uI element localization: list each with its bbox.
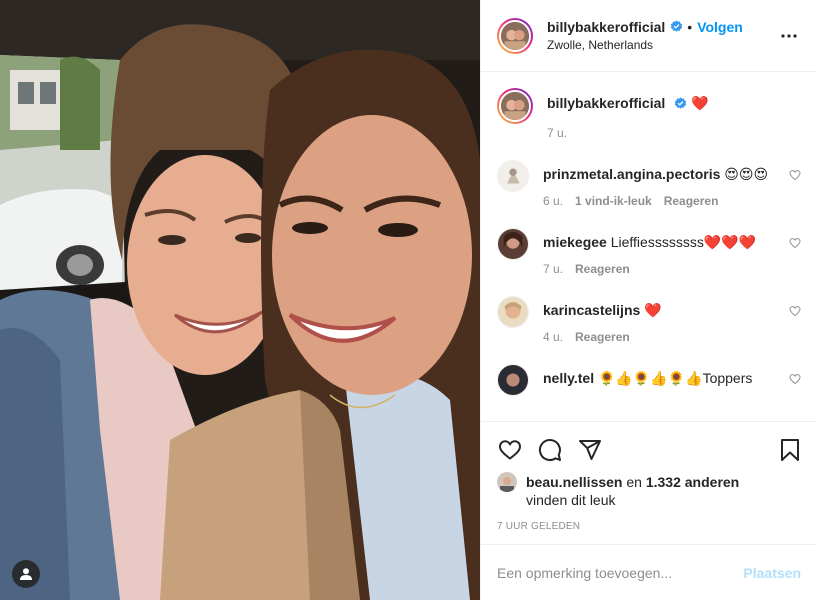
heart-icon <box>498 440 522 460</box>
comment-composer: Plaatsen <box>481 544 817 600</box>
post-header: billybakkerofficial • Volgen Zwolle, Net… <box>481 0 817 72</box>
comments-list[interactable]: billybakkerofficial ❤️ 7 u. prinzmetal.a… <box>481 72 817 421</box>
post-side-panel: billybakkerofficial • Volgen Zwolle, Net… <box>480 0 817 600</box>
post-photo[interactable] <box>0 0 480 600</box>
author-info: billybakkerofficial • Volgen Zwolle, Net… <box>547 19 777 53</box>
comment-username[interactable]: karincastelijns <box>543 302 640 318</box>
caption-age: 7 u. <box>547 126 568 140</box>
user-tag-icon <box>20 568 32 580</box>
comment-input[interactable] <box>497 564 734 581</box>
comment-text: 🌻👍🌻👍🌻👍Toppers <box>597 370 753 386</box>
comment-text: Lieffiessssssss❤️❤️❤️ <box>610 234 757 250</box>
more-options-icon <box>781 33 797 38</box>
comment-item: prinzmetal.angina.pectoris 😍😍😍 6 u. 1 vi… <box>497 160 801 208</box>
share-button[interactable] <box>577 437 603 463</box>
separator-dot: • <box>687 18 693 35</box>
comment-username[interactable]: prinzmetal.angina.pectoris <box>543 166 720 182</box>
verified-icon <box>671 20 683 32</box>
liker-avatar[interactable] <box>497 472 517 492</box>
post-timestamp[interactable]: 7 uur geleden <box>497 521 801 532</box>
commenter-avatar[interactable] <box>497 160 529 192</box>
caption-username[interactable]: billybakkerofficial <box>547 95 665 111</box>
comment-likes[interactable]: 1 vind-ik-leuk <box>575 194 652 208</box>
comment-icon <box>538 439 561 461</box>
commenter-avatar[interactable] <box>497 296 529 328</box>
comment-text: 😍😍😍 <box>724 166 769 182</box>
like-comment-heart-icon[interactable] <box>789 237 801 249</box>
like-button[interactable] <box>497 437 523 463</box>
caption-text: ❤️ <box>691 95 709 111</box>
post-actions: beau.nellissen en 1.332 anderen vinden d… <box>481 421 817 544</box>
liker-username[interactable]: beau.nellissen <box>526 474 622 490</box>
instagram-post: billybakkerofficial • Volgen Zwolle, Net… <box>0 0 817 600</box>
comment-item: karincastelijns ❤️ 4 u. Reageren <box>497 296 801 344</box>
post-comment-button[interactable]: Plaatsen <box>743 565 801 581</box>
likes-summary: beau.nellissen en 1.332 anderen vinden d… <box>497 472 801 509</box>
post-location[interactable]: Zwolle, Netherlands <box>547 37 777 53</box>
commenter-avatar[interactable] <box>497 364 529 396</box>
reply-button[interactable]: Reageren <box>575 262 630 276</box>
comment-age: 7 u. <box>543 262 564 276</box>
like-comment-heart-icon[interactable] <box>789 373 801 385</box>
share-icon <box>579 440 601 460</box>
comment-username[interactable]: nelly.tel <box>543 370 594 386</box>
comment-button[interactable] <box>537 437 563 463</box>
like-comment-heart-icon[interactable] <box>789 305 801 317</box>
more-options-button[interactable] <box>777 24 801 48</box>
author-avatar[interactable] <box>497 17 533 54</box>
caption-avatar[interactable] <box>497 88 533 124</box>
verified-icon <box>674 97 687 109</box>
reply-button[interactable]: Reageren <box>575 330 630 344</box>
comment-username[interactable]: miekegee <box>543 234 607 250</box>
comment-age: 6 u. <box>543 194 564 208</box>
action-icon-row <box>497 428 801 472</box>
follow-button[interactable]: Volgen <box>697 19 743 35</box>
selfie-image <box>0 0 480 600</box>
comment-item: nelly.tel 🌻👍🌻👍🌻👍Toppers <box>497 364 801 396</box>
comment-text: ❤️ <box>644 302 662 318</box>
likes-others-link[interactable]: 1.332 anderen <box>646 474 739 490</box>
post-caption: billybakkerofficial ❤️ 7 u. <box>497 88 801 140</box>
user-tag-button[interactable] <box>12 560 40 588</box>
reply-button[interactable]: Reageren <box>664 194 719 208</box>
save-icon <box>781 439 799 461</box>
likes-connector: en <box>626 474 642 490</box>
comment-age: 4 u. <box>543 330 564 344</box>
like-comment-heart-icon[interactable] <box>789 169 801 181</box>
author-username[interactable]: billybakkerofficial <box>547 19 665 35</box>
comment-item: miekegee Lieffiessssssss❤️❤️❤️ 7 u. Reag… <box>497 228 801 276</box>
save-button[interactable] <box>777 437 803 463</box>
commenter-avatar[interactable] <box>497 228 529 260</box>
likes-suffix: vinden dit leuk <box>526 492 616 508</box>
